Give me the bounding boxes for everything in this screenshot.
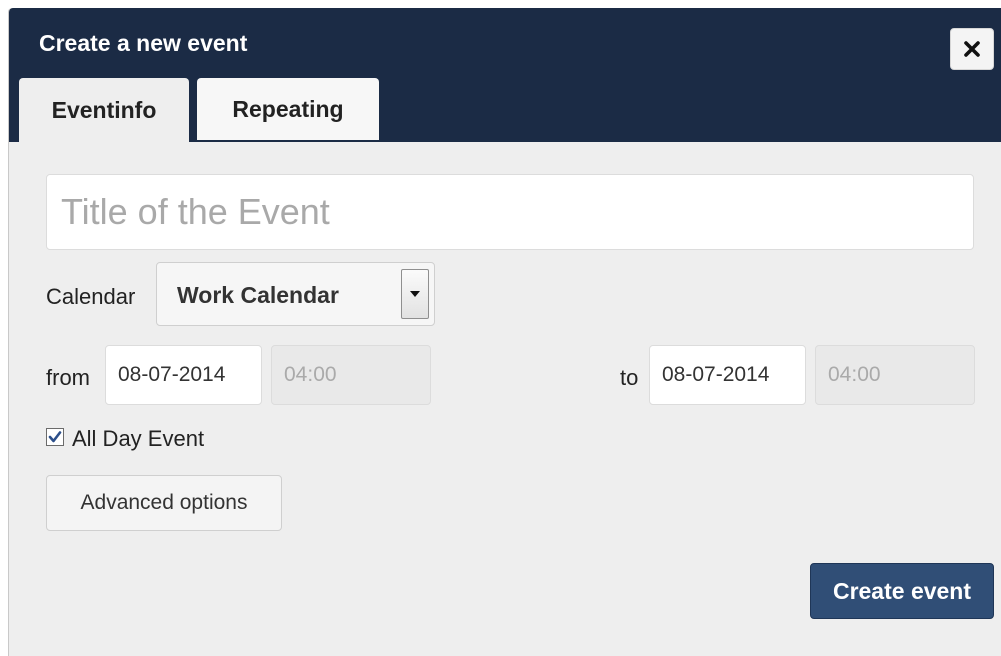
from-time-input[interactable] — [271, 345, 431, 405]
to-label: to — [620, 365, 639, 390]
to-date-input[interactable] — [649, 345, 806, 405]
calendar-select[interactable]: Work Calendar — [156, 262, 435, 326]
create-event-button[interactable]: Create event — [810, 563, 994, 619]
tab-repeating[interactable]: Repeating — [197, 78, 379, 140]
tab-eventinfo[interactable]: Eventinfo — [19, 78, 189, 142]
checkmark-icon — [48, 431, 62, 443]
from-label: from — [46, 365, 90, 390]
dialog-title: Create a new event — [39, 30, 248, 56]
calendar-selected-value: Work Calendar — [177, 282, 339, 308]
from-date-input[interactable] — [105, 345, 262, 405]
dialog-header: Create a new event Eventinfo Repeating — [9, 8, 1001, 142]
close-button[interactable] — [950, 28, 994, 70]
to-time-input[interactable] — [815, 345, 975, 405]
all-day-checkbox[interactable] — [46, 428, 64, 446]
calendar-label: Calendar — [46, 284, 136, 309]
close-icon — [964, 41, 980, 57]
create-event-dialog: Create a new event Eventinfo Repeating C… — [8, 8, 1001, 656]
all-day-label: All Day Event — [72, 426, 205, 451]
chevron-down-icon — [410, 291, 420, 297]
event-title-input[interactable] — [46, 174, 974, 250]
dropdown-arrow-button[interactable] — [401, 269, 429, 319]
advanced-options-button[interactable]: Advanced options — [46, 475, 282, 531]
